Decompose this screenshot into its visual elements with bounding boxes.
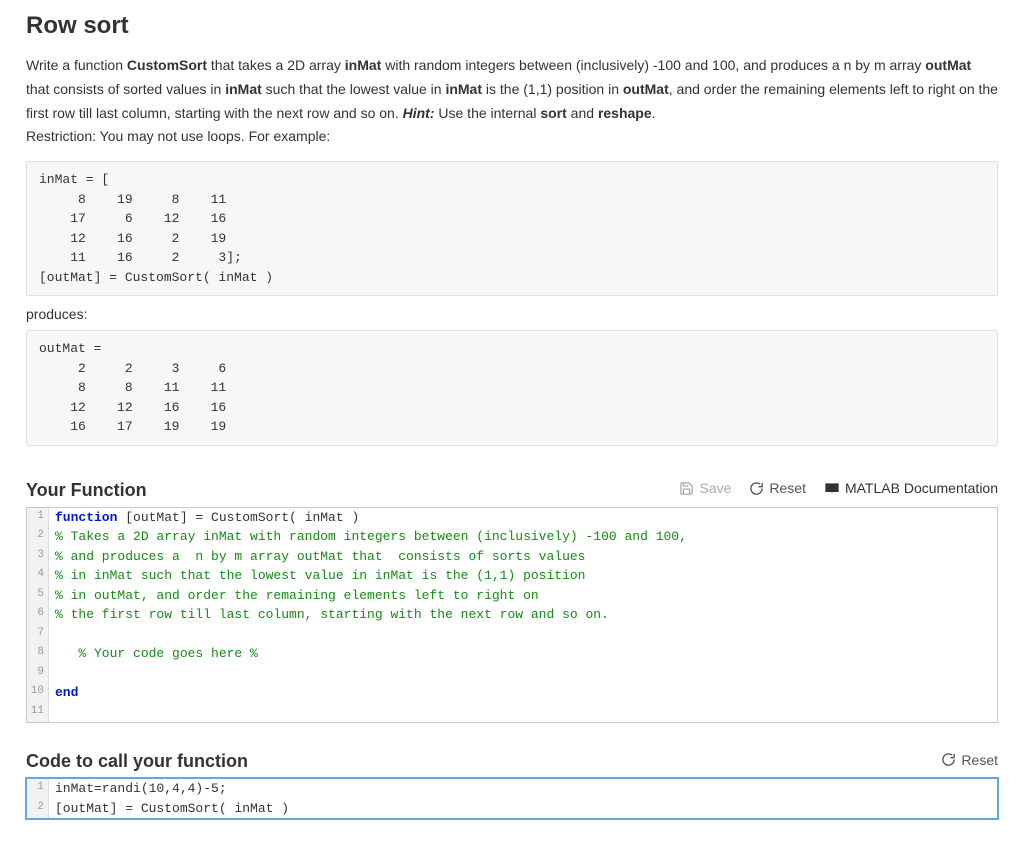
reset-icon (749, 481, 764, 496)
editor-line: 7 (27, 625, 997, 645)
call-section-heading: Code to call your function (26, 751, 248, 772)
code-text: end (49, 683, 78, 703)
code-text: % and produces a n by m array outMat tha… (49, 547, 586, 567)
line-number: 1 (27, 508, 49, 528)
call-editor[interactable]: 1inMat=randi(10,4,4)-5;2[outMat] = Custo… (26, 778, 998, 819)
example-input-block: inMat = [ 8 19 8 11 17 6 12 16 12 16 2 1… (26, 161, 998, 296)
your-function-heading: Your Function (26, 480, 147, 501)
matlab-doc-link[interactable]: MATLAB Documentation (824, 480, 998, 496)
editor-line: 6% the first row till last column, start… (27, 605, 997, 625)
save-icon (679, 481, 694, 496)
line-number: 4 (27, 566, 49, 586)
editor-line: 10end (27, 683, 997, 703)
line-number: 6 (27, 605, 49, 625)
code-text (49, 625, 63, 645)
line-number: 8 (27, 644, 49, 664)
code-text: % in inMat such that the lowest value in… (49, 566, 586, 586)
produces-label: produces: (26, 306, 998, 322)
line-number: 2 (27, 799, 49, 819)
editor-line: 1function [outMat] = CustomSort( inMat ) (27, 508, 997, 528)
code-text: % the first row till last column, starti… (49, 605, 609, 625)
line-number: 5 (27, 586, 49, 606)
editor-line: 2% Takes a 2D array inMat with random in… (27, 527, 997, 547)
code-text: % Your code goes here % (49, 644, 258, 664)
call-reset-button[interactable]: Reset (941, 752, 998, 768)
code-text (49, 664, 63, 684)
line-number: 3 (27, 547, 49, 567)
line-number: 9 (27, 664, 49, 684)
code-text: % in outMat, and order the remaining ele… (49, 586, 539, 606)
line-number: 10 (27, 683, 49, 703)
editor-actions: Save Reset MATLAB Documentation (679, 480, 998, 496)
your-function-header: Your Function Save Reset MATLAB Document… (26, 480, 998, 501)
code-text: % Takes a 2D array inMat with random int… (49, 527, 687, 547)
code-text: [outMat] = CustomSort( inMat ) (49, 799, 289, 819)
code-text: function [outMat] = CustomSort( inMat ) (49, 508, 359, 528)
editor-line: 8 % Your code goes here % (27, 644, 997, 664)
reset-button[interactable]: Reset (749, 480, 806, 496)
line-number: 7 (27, 625, 49, 645)
example-output-block: outMat = 2 2 3 6 8 8 11 11 12 12 16 16 1… (26, 330, 998, 446)
save-button[interactable]: Save (679, 480, 731, 496)
function-editor[interactable]: 1function [outMat] = CustomSort( inMat )… (26, 507, 998, 724)
line-number: 2 (27, 527, 49, 547)
editor-line: 9 (27, 664, 997, 684)
page-title: Row sort (26, 12, 998, 40)
editor-line: 3% and produces a n by m array outMat th… (27, 547, 997, 567)
editor-line: 4% in inMat such that the lowest value i… (27, 566, 997, 586)
code-text (49, 703, 63, 723)
call-section-header: Code to call your function Reset (26, 751, 998, 772)
problem-description: Write a function CustomSort that takes a… (26, 54, 998, 149)
call-actions: Reset (941, 752, 998, 768)
editor-line: 1inMat=randi(10,4,4)-5; (27, 779, 997, 799)
code-text: inMat=randi(10,4,4)-5; (49, 779, 227, 799)
editor-line: 2[outMat] = CustomSort( inMat ) (27, 799, 997, 819)
content-area: Row sort Write a function CustomSort tha… (0, 0, 1024, 859)
editor-line: 5% in outMat, and order the remaining el… (27, 586, 997, 606)
page-scroll[interactable]: Row sort Write a function CustomSort tha… (0, 0, 1024, 868)
line-number: 1 (27, 779, 49, 799)
line-number: 11 (27, 703, 49, 723)
editor-line: 11 (27, 703, 997, 723)
reset-icon (941, 752, 956, 767)
doc-icon (824, 481, 840, 495)
